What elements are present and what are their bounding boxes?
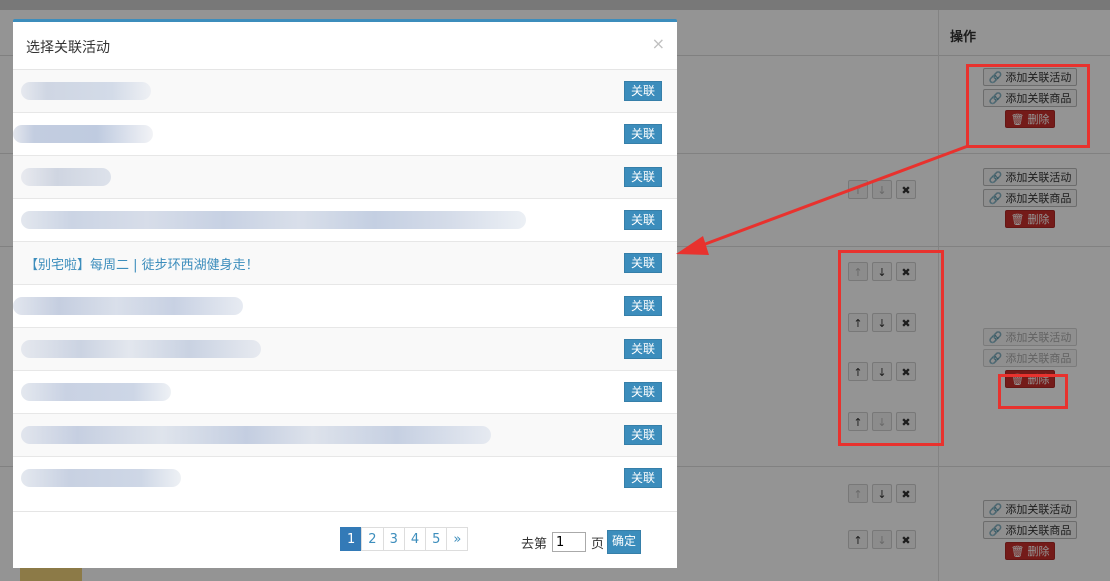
annotation-arrow xyxy=(676,144,969,255)
arrow-head xyxy=(676,236,709,255)
arrow-shaft xyxy=(699,144,969,248)
